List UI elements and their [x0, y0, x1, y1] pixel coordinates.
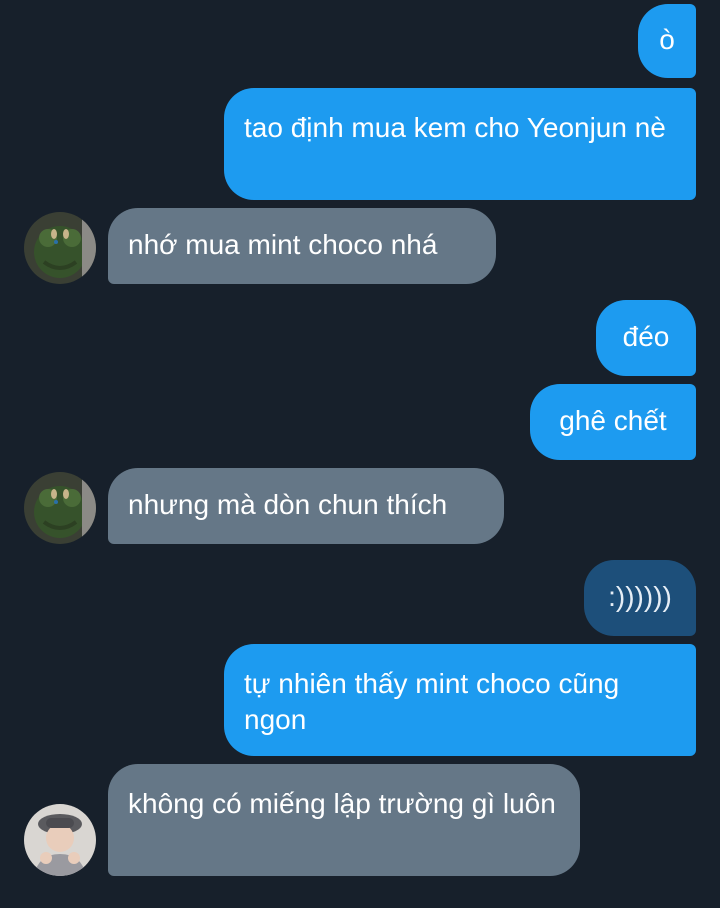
avatar-image	[24, 472, 96, 544]
message-bubble-outgoing[interactable]: tự nhiên thấy mint choco cũng ngon	[224, 644, 696, 756]
message-text: ghê chết	[559, 405, 667, 436]
message-text: nhớ mua mint choco nhá	[128, 229, 438, 260]
message-bubble-incoming[interactable]: nhớ mua mint choco nhá	[108, 208, 496, 284]
message-text: đéo	[622, 321, 670, 352]
message-text: tự nhiên thấy mint choco cũng ngon	[244, 668, 620, 735]
avatar-image	[24, 804, 96, 876]
message-bubble-incoming[interactable]: không có miếng lập trường gì luôn	[108, 764, 580, 876]
message-bubble-incoming[interactable]: nhưng mà dòn chun thích	[108, 468, 504, 544]
message-bubble-outgoing[interactable]: đéo	[596, 300, 696, 376]
message-text: tao định mua kem cho Yeonjun nè	[244, 112, 666, 143]
message-text: không có miếng lập trường gì luôn	[128, 788, 556, 819]
message-text: :))))))	[608, 581, 672, 612]
message-bubble-outgoing[interactable]: ghê chết	[530, 384, 696, 460]
chat-thread: ò tao định mua kem cho Yeonjun nè nhớ mu…	[0, 0, 720, 908]
green-plush-avatar[interactable]	[24, 472, 96, 544]
message-text: ò	[659, 24, 675, 55]
green-plush-avatar[interactable]	[24, 212, 96, 284]
message-bubble-outgoing[interactable]: ò	[638, 4, 696, 78]
message-text: nhưng mà dòn chun thích	[128, 489, 448, 520]
person-photo-avatar[interactable]	[24, 804, 96, 876]
avatar-image	[24, 212, 96, 284]
message-bubble-outgoing-highlighted[interactable]: :))))))	[584, 560, 696, 636]
message-bubble-outgoing[interactable]: tao định mua kem cho Yeonjun nè	[224, 88, 696, 200]
